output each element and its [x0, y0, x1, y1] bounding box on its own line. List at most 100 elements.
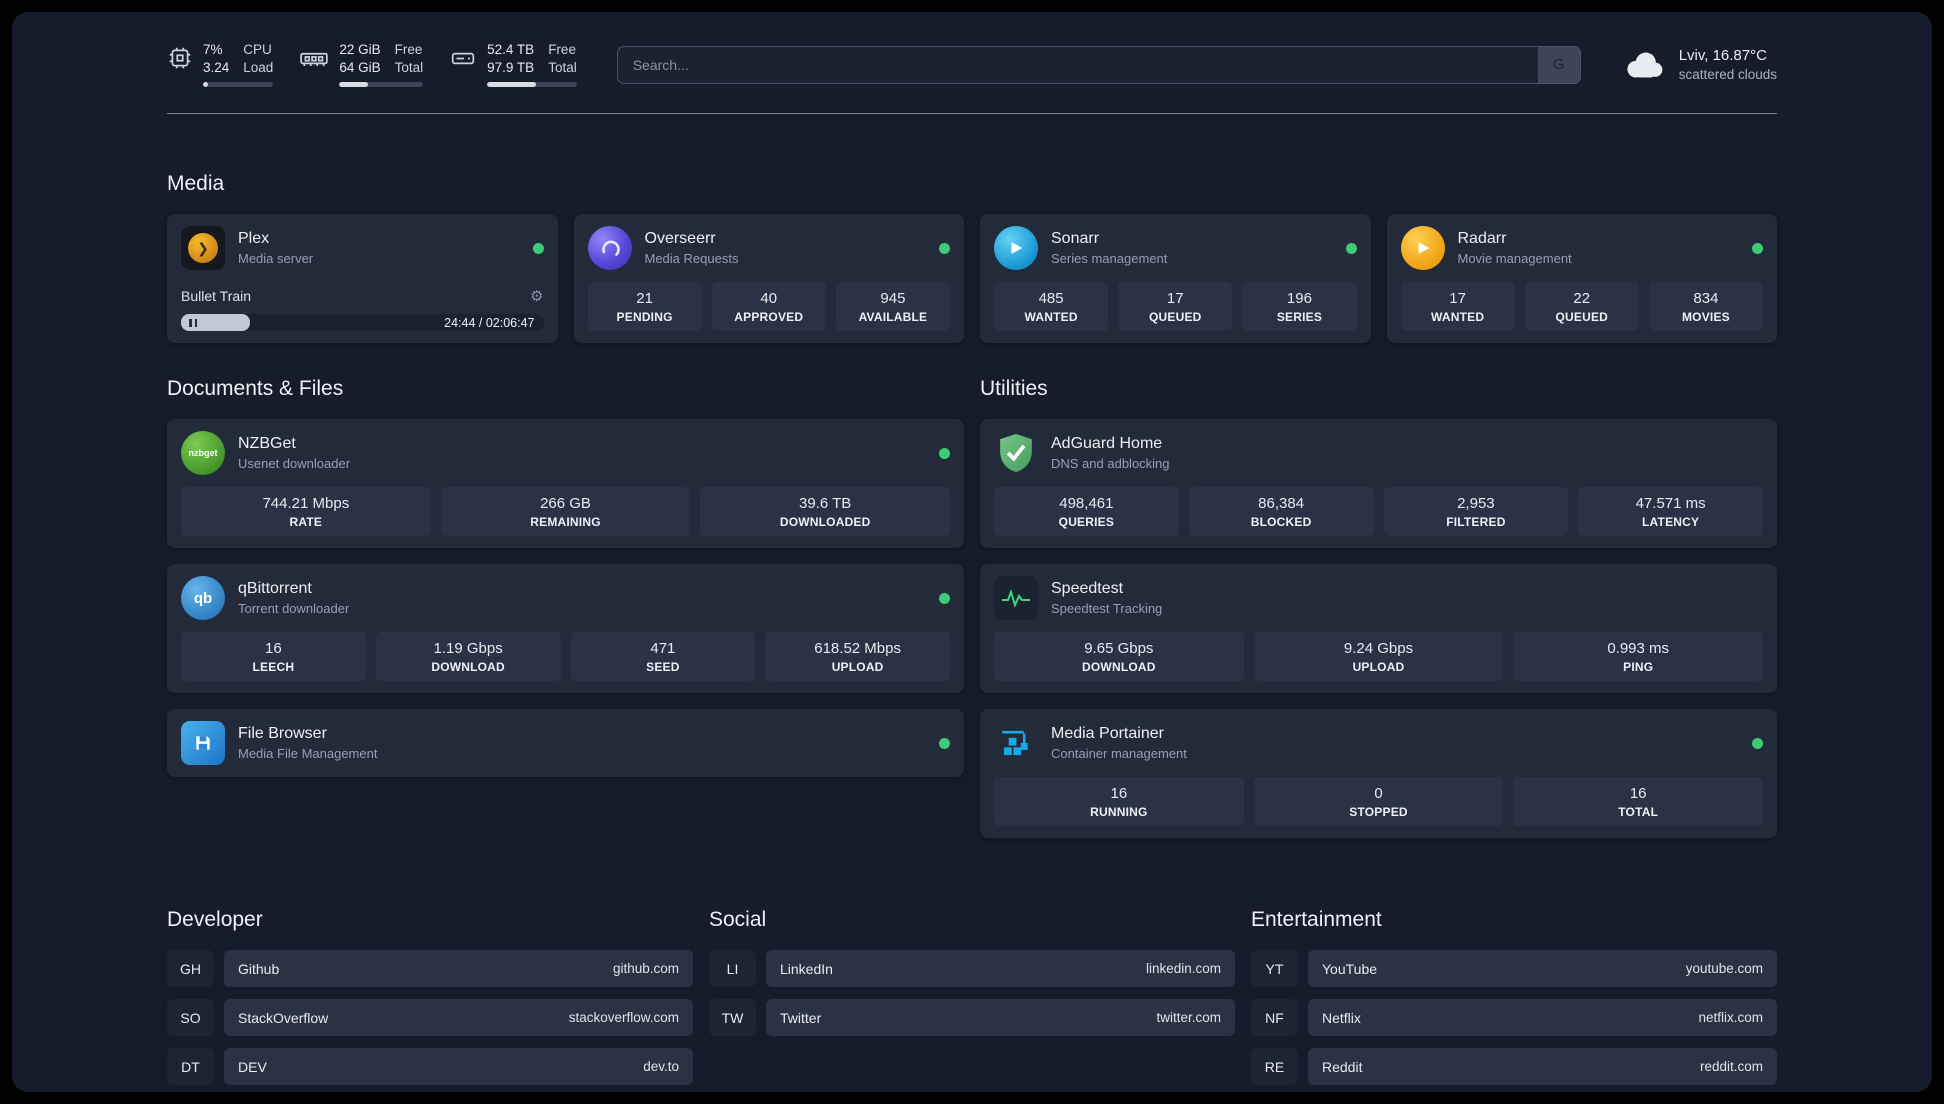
cpu-label: CPU: [243, 42, 272, 57]
app-card-adguard[interactable]: AdGuard Home DNS and adblocking 498,461 Q…: [980, 419, 1777, 548]
app-card-overseerr[interactable]: Overseerr Media Requests 21 PENDING 40 APP…: [573, 214, 964, 343]
app-card-speedtest[interactable]: Speedtest Speedtest Tracking 9.65 Gbps DO…: [980, 564, 1777, 693]
app-card-radarr[interactable]: Radarr Movie management 17 WANTED 22 QUEUE…: [1386, 214, 1777, 343]
playback-progress-bar[interactable]: 24:44 / 02:06:47: [181, 314, 544, 331]
stat-downloaded: 39.6 TB DOWNLOADED: [700, 487, 951, 536]
plex-icon: ❯: [181, 226, 225, 270]
cpu-load-value: 3.24: [203, 60, 230, 75]
bookmark-name: Reddit: [1322, 1058, 1363, 1075]
app-desc: Media File Management: [238, 746, 378, 761]
status-dot: [939, 592, 950, 604]
bookmark-linkedin[interactable]: LI LinkedIn linkedin.com: [709, 950, 1235, 987]
section-title-developer: Developer: [167, 908, 263, 931]
cloud-icon: [1627, 52, 1663, 77]
stat-running: 16 RUNNING: [994, 777, 1244, 826]
stat-download: 1.19 Gbps DOWNLOAD: [375, 632, 561, 681]
stat-leech: 16 LEECH: [181, 632, 366, 681]
app-card-sonarr[interactable]: Sonarr Series management 485 WANTED 17 QUE…: [980, 214, 1371, 343]
netflix-abbr-icon: NF: [1251, 999, 1298, 1036]
stat-upload: 618.52 Mbps UPLOAD: [765, 632, 950, 681]
bookmark-name: LinkedIn: [780, 960, 833, 977]
status-dot: [1752, 242, 1763, 254]
ram-metric: 22 GiB 64 GiB Free Total: [299, 42, 424, 87]
app-card-nzbget[interactable]: nzbget NZBGet Usenet downloader 744.21 M…: [167, 419, 964, 548]
bookmark-name: StackOverflow: [238, 1009, 329, 1026]
bookmark-reddit[interactable]: RE Reddit reddit.com: [1251, 1048, 1777, 1085]
disk-progress-bar: [487, 82, 577, 87]
pause-icon[interactable]: [189, 318, 197, 327]
section-title-entertainment: Entertainment: [1251, 908, 1382, 931]
app-desc: Container management: [1051, 746, 1187, 761]
app-desc: Usenet downloader: [238, 456, 351, 471]
bookmark-url: stackoverflow.com: [568, 1010, 679, 1025]
app-card-qbittorrent[interactable]: qb qBittorrent Torrent downloader 16 LEEC…: [167, 564, 964, 693]
stat-filtered: 2,953 FILTERED: [1383, 487, 1569, 536]
ram-progress-bar: [339, 82, 424, 87]
stackoverflow-abbr-icon: SO: [167, 999, 214, 1036]
bookmark-name: DEV: [238, 1058, 267, 1075]
stat-wanted: 17 WANTED: [1400, 282, 1515, 331]
weather-condition: scattered clouds: [1678, 67, 1777, 82]
ram-icon: [300, 52, 329, 67]
bookmark-github[interactable]: GH Github github.com: [167, 950, 693, 987]
stat-pending: 21 PENDING: [587, 282, 702, 331]
stat-queries: 498,461 QUERIES: [994, 487, 1179, 536]
app-name: Sonarr: [1051, 230, 1100, 247]
bookmark-youtube[interactable]: YT YouTube youtube.com: [1251, 950, 1777, 987]
app-desc: Movie management: [1457, 251, 1572, 266]
stat-upload: 9.24 Gbps UPLOAD: [1253, 632, 1504, 681]
stat-total: 16 TOTAL: [1513, 777, 1764, 826]
stat-wanted: 485 WANTED: [994, 282, 1109, 331]
bookmark-stackoverflow[interactable]: SO StackOverflow stackoverflow.com: [167, 999, 693, 1036]
section-title-social: Social: [709, 908, 767, 931]
search-input[interactable]: [617, 46, 1538, 83]
app-card-portainer[interactable]: Media Portainer Container management 16 R…: [980, 709, 1777, 838]
reddit-abbr-icon: RE: [1251, 1048, 1298, 1085]
status-dot: [939, 737, 950, 749]
app-desc: DNS and adblocking: [1051, 456, 1170, 471]
sonarr-icon: [994, 226, 1038, 270]
search-engine-button[interactable]: G: [1537, 46, 1580, 83]
bookmark-name: YouTube: [1322, 960, 1378, 977]
disk-free-value: 52.4 TB: [487, 42, 535, 57]
bookmark-url: dev.to: [643, 1059, 679, 1074]
playback-time: 24:44 / 02:06:47: [444, 315, 535, 330]
stat-queued: 22 QUEUED: [1524, 282, 1639, 331]
status-dot: [939, 447, 950, 459]
section-title-documents: Documents & Files: [167, 377, 344, 400]
adguard-icon: [994, 431, 1038, 475]
dev-abbr-icon: DT: [167, 1048, 214, 1085]
nzbget-icon: nzbget: [181, 431, 225, 475]
app-name: Speedtest: [1051, 580, 1124, 597]
status-dot: [1345, 242, 1357, 254]
app-desc: Speedtest Tracking: [1051, 601, 1163, 616]
cpu-load-label: Load: [243, 60, 274, 75]
app-card-plex[interactable]: ❯ Plex Media server Bullet Train ⚙ 24:44…: [167, 214, 558, 343]
app-desc: Media Requests: [644, 251, 739, 266]
bookmark-name: Twitter: [780, 1009, 822, 1026]
bookmark-dev[interactable]: DT DEV dev.to: [167, 1048, 693, 1085]
bookmark-netflix[interactable]: NF Netflix netflix.com: [1251, 999, 1777, 1036]
stat-series: 196 SERIES: [1242, 282, 1357, 331]
app-desc: Series management: [1051, 251, 1168, 266]
radarr-icon: [1400, 226, 1445, 270]
stat-approved: 40 APPROVED: [711, 282, 826, 331]
bookmark-url: youtube.com: [1685, 961, 1763, 976]
now-playing-title: Bullet Train: [181, 288, 252, 304]
app-card-filebrowser[interactable]: File Browser Media File Management: [167, 709, 964, 777]
stat-download: 9.65 Gbps DOWNLOAD: [994, 632, 1244, 681]
app-name: File Browser: [238, 725, 327, 742]
widget-settings-gear-icon[interactable]: ⚙: [530, 287, 543, 305]
disk-total-label: Total: [548, 60, 577, 75]
bookmark-name: Netflix: [1322, 1009, 1361, 1026]
bookmark-twitter[interactable]: TW Twitter twitter.com: [709, 999, 1235, 1036]
bookmark-url: linkedin.com: [1145, 961, 1221, 976]
top-bar: 7% 3.24 CPU Load 22 GiB 64 GiB Free Tota…: [167, 42, 1777, 87]
portainer-icon: [994, 721, 1038, 765]
stat-available: 945 AVAILABLE: [835, 282, 951, 331]
cpu-percent: 7%: [203, 42, 223, 57]
app-name: qBittorrent: [238, 580, 312, 597]
stat-seed: 471 SEED: [570, 632, 756, 681]
cpu-chip-icon: [169, 47, 191, 69]
ram-free-label: Free: [394, 42, 423, 57]
